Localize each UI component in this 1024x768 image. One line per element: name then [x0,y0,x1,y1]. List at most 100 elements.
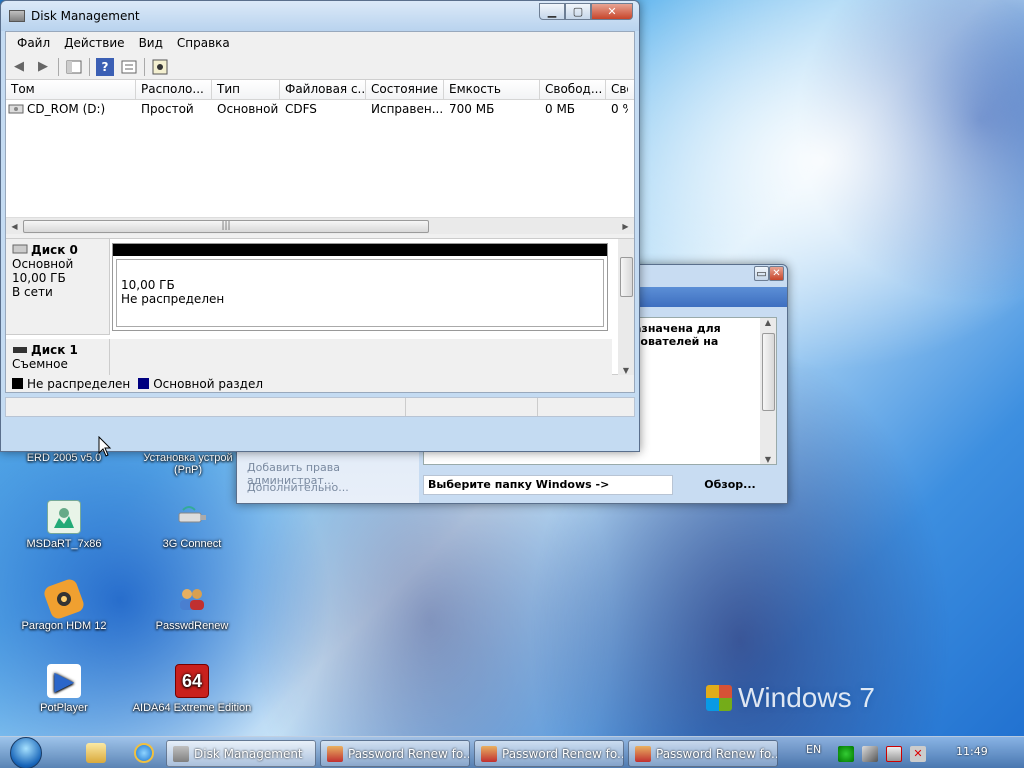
partition-size: 10,00 ГБ [121,278,175,292]
windows-folder-field[interactable]: Выберите папку Windows -> [423,475,673,495]
disk-1-partition-area [110,339,612,375]
disk-graphical-view: Диск 0 Основной 10,00 ГБ В сети 10,00 ГБ… [6,238,634,375]
desktop-icon-label: Paragon HDM 12 [21,620,107,632]
back-arrow-icon[interactable]: ◀ [10,58,28,76]
scroll-thumb[interactable]: ||| [23,219,429,233]
explorer-folder-icon[interactable] [86,743,106,763]
disk-1-info[interactable]: Диск 1 Съемное устро [6,339,110,375]
forward-arrow-icon[interactable]: ▶ [34,58,52,76]
potplayer-icon: ▶ [47,664,81,698]
desktop-icon-aida64[interactable]: 64 AIDA64 Extreme Edition [132,664,252,714]
minimize-button[interactable]: ▁ [539,3,565,20]
tools-icon[interactable] [862,746,878,762]
table-row[interactable]: CD_ROM (D:) Простой Основной CDFS Исправ… [6,100,634,118]
legend-swatch-unallocated [12,378,23,389]
desktop-icon-3g-connect[interactable]: 3G Connect [132,500,252,550]
info-scrollbar[interactable]: ▲ ▼ [760,318,776,464]
help-icon[interactable]: ? [96,57,114,76]
menu-help[interactable]: Справка [170,36,237,50]
volume-list: Том Располо... Тип Файловая с... Состоян… [6,80,634,234]
scroll-left-icon[interactable]: ◀ [6,222,23,231]
column-header-free[interactable]: Свобод... [540,80,606,99]
toolbar-separator [89,57,90,76]
column-header-volume[interactable]: Том [6,80,136,99]
taskbar-button-password-renew[interactable]: Password Renew fo... [628,740,778,767]
legend-swatch-primary [138,378,150,389]
column-header-free-pct[interactable]: Сво [606,80,628,99]
partition-state: Не распределен [121,292,225,306]
volume-filesystem: CDFS [285,102,317,116]
start-button[interactable] [2,737,50,768]
disk-name: Диск 0 [31,243,78,257]
disk-state: В сети [12,285,53,299]
column-header-filesystem[interactable]: Файловая с... [280,80,366,99]
scroll-down-icon[interactable]: ▼ [623,366,629,375]
desktop-icon-potplayer[interactable]: ▶ PotPlayer [4,664,124,714]
minimize-button[interactable]: ▭ [754,266,769,281]
menu-view[interactable]: Вид [132,36,170,50]
column-header-layout[interactable]: Располо... [136,80,212,99]
show-hide-tree-icon[interactable] [65,58,83,76]
taskbar-button-password-renew[interactable]: Password Renew fo... [474,740,624,767]
usb-modem-icon [175,500,209,534]
desktop-icon-pnp[interactable]: Установка устрой (PnP) [128,452,248,476]
volume-muted-icon[interactable]: ✕ [910,746,926,762]
unallocated-partition[interactable]: 10,00 ГБ Не распределен [116,259,604,327]
disk-view-scrollbar[interactable]: ▼ [618,239,634,375]
security-shield-icon[interactable] [838,746,854,762]
column-header-capacity[interactable]: Емкость [444,80,540,99]
volume-free: 0 МБ [545,102,576,116]
network-icon[interactable] [886,746,902,762]
settings-icon[interactable] [151,58,169,76]
menu-file[interactable]: Файл [10,36,57,50]
taskbar-button-label: Password Renew fo... [348,746,470,761]
desktop-icon-paragon[interactable]: Paragon HDM 12 [4,577,124,632]
properties-icon[interactable] [120,58,138,76]
internet-explorer-icon[interactable] [134,743,154,763]
desktop-icon-passwdrenew[interactable]: PasswdRenew [132,582,252,632]
desktop-icon-label: MSDaRT_7x86 [26,538,102,550]
taskbar-button-disk-management[interactable]: Disk Management [166,740,316,767]
info-text-line: зователей на [634,335,719,348]
taskbar-button-label: Disk Management [194,746,303,761]
disk-0-partition-area: 10,00 ГБ Не распределен [112,243,608,331]
close-button[interactable]: ✕ [591,3,633,20]
hard-disk-icon [12,243,28,257]
desktop-icon-label: PotPlayer [40,702,88,714]
status-bar [5,397,635,417]
desktop-icon-label: ERD 2005 v5.0 [26,452,102,464]
info-text-line: азначена для [634,322,721,335]
scroll-thumb[interactable] [619,257,633,297]
toolbar-separator [58,57,59,76]
scroll-thumb[interactable] [761,333,775,411]
taskbar-button-password-renew[interactable]: Password Renew fo... [320,740,470,767]
disk-name: Диск 1 [31,343,78,357]
volume-name: CD_ROM (D:) [27,102,106,116]
taskbar: Disk Management Password Renew fo... Pas… [0,736,1024,768]
desktop-icon-msdart[interactable]: MSDaRT_7x86 [4,500,124,550]
disk-management-icon [173,745,189,762]
advanced-link[interactable]: Дополнительно... [247,481,349,494]
browse-button[interactable]: Обзор... [685,473,775,495]
aida64-icon: 64 [175,664,209,698]
maximize-button[interactable]: ▢ [565,3,591,20]
taskbar-button-label: Password Renew fo... [656,746,778,761]
close-button[interactable]: ✕ [769,266,784,281]
scroll-right-icon[interactable]: ▶ [617,222,634,231]
clock[interactable]: 11:49 [956,745,988,758]
legend-label: Основной раздел [153,376,264,391]
disk-0-info[interactable]: Диск 0 Основной 10,00 ГБ В сети [6,239,110,335]
volume-status: Исправен... [371,102,444,116]
window-title: Disk Management [31,9,140,23]
users-icon [481,745,497,762]
disk-management-window[interactable]: Disk Management ▁ ▢ ✕ Файл Действие Вид … [0,0,640,452]
windows7-watermark: Windows 7 [706,682,875,714]
column-header-status[interactable]: Состояние [366,80,444,99]
volume-list-hscrollbar[interactable]: ◀ ||| ▶ [6,217,634,234]
menu-action[interactable]: Действие [57,36,131,50]
column-header-type[interactable]: Тип [212,80,280,99]
scroll-up-icon[interactable]: ▲ [765,318,771,327]
language-indicator[interactable]: EN [806,743,821,756]
taskbar-button-label: Password Renew fo... [502,746,624,761]
scroll-down-icon[interactable]: ▼ [765,455,771,464]
